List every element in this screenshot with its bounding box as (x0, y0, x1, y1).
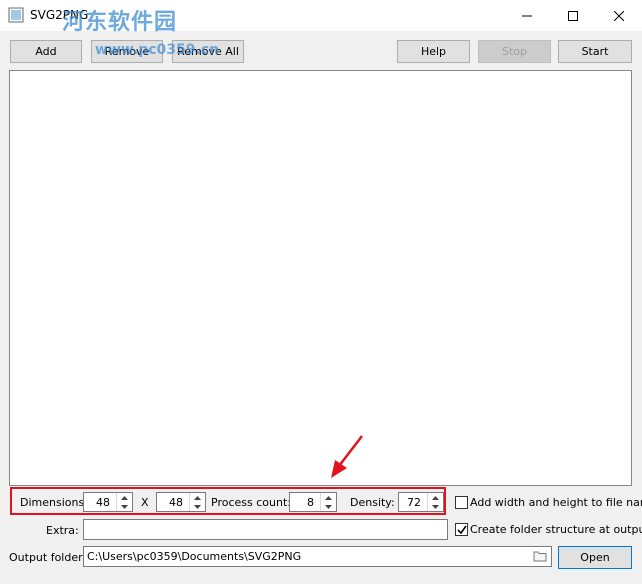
output-folder-path: C:\Users\pc0359\Documents\SVG2PNG (87, 550, 302, 563)
extra-label: Extra: (46, 524, 79, 537)
add-size-checkbox-label[interactable]: Add width and height to file name (470, 496, 642, 509)
folder-structure-checkbox-label[interactable]: Create folder structure at output (470, 523, 642, 536)
annotation-arrow-icon (331, 435, 363, 478)
add-button[interactable]: Add (10, 40, 82, 63)
close-icon (614, 10, 624, 21)
output-folder-input[interactable]: C:\Users\pc0359\Documents\SVG2PNG (83, 546, 552, 567)
file-list[interactable] (9, 70, 632, 486)
start-button[interactable]: Start (558, 40, 632, 63)
app-icon (8, 7, 24, 23)
stop-button[interactable]: Stop (478, 40, 551, 63)
maximize-button[interactable] (550, 0, 596, 31)
watermark-logo: 河东软件园 (62, 10, 178, 35)
help-button[interactable]: Help (397, 40, 470, 63)
close-button[interactable] (596, 0, 642, 31)
output-folder-label: Output folder: (9, 551, 87, 564)
settings-highlight-box (10, 487, 446, 515)
extra-input[interactable] (83, 519, 448, 540)
add-size-checkbox[interactable] (455, 496, 468, 509)
minimize-button[interactable] (504, 0, 550, 31)
folder-browse-icon[interactable] (533, 550, 547, 562)
maximize-icon (568, 10, 578, 21)
watermark-url: www.pc0359.cn (95, 42, 220, 58)
open-button[interactable]: Open (558, 546, 632, 569)
minimize-icon (522, 15, 532, 16)
folder-structure-checkbox[interactable] (455, 523, 468, 536)
title-bar: SVG2PNG 河东软件园 (0, 0, 642, 35)
checkmark-icon (457, 525, 467, 535)
